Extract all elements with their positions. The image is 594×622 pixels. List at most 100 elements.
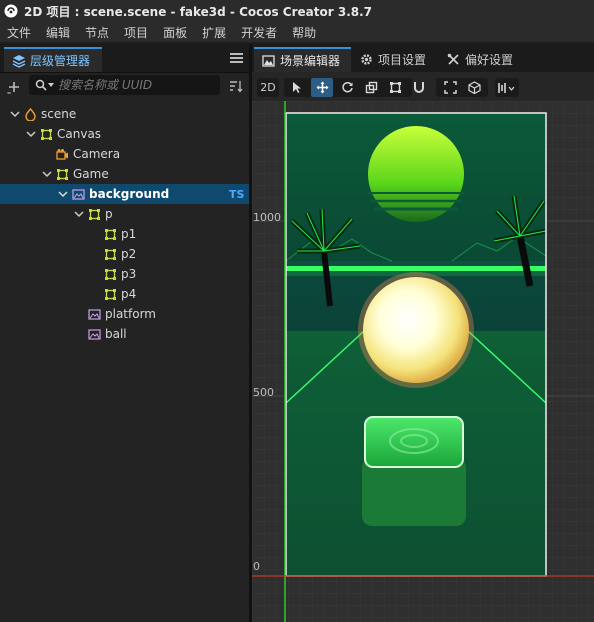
- move-tool[interactable]: [311, 78, 333, 97]
- add-node-icon[interactable]: [7, 80, 21, 94]
- layers-icon: [12, 54, 26, 68]
- hierarchy-tab-bar: 层级管理器: [0, 44, 249, 73]
- align-icon: [498, 82, 515, 93]
- mode-label: 2D: [260, 81, 276, 94]
- scene-toolbar: 2D: [252, 73, 594, 101]
- move-icon: [316, 81, 328, 94]
- 2d-mode-toggle[interactable]: 2D: [257, 78, 279, 97]
- tab-preferences[interactable]: 偏好设置: [445, 47, 535, 72]
- rotate-tool[interactable]: [337, 78, 357, 97]
- chevron-down-icon[interactable]: [26, 129, 36, 139]
- tree-row-p4[interactable]: p4: [0, 284, 249, 304]
- sprite-icon: [88, 309, 101, 320]
- tree-label: p: [105, 207, 113, 221]
- menu-edit[interactable]: 编辑: [39, 24, 78, 41]
- tree-label: p2: [121, 247, 137, 261]
- ruler-label: 1000: [253, 211, 281, 224]
- tree-label: Game: [73, 167, 109, 181]
- rect-tool[interactable]: [385, 78, 405, 97]
- node-icon: [105, 289, 116, 300]
- tools-icon: [447, 53, 459, 65]
- sprite-icon: [72, 189, 85, 200]
- tree-row-p3[interactable]: p3: [0, 264, 249, 284]
- menu-panel[interactable]: 面板: [156, 24, 195, 41]
- hierarchy-search-box: [29, 75, 220, 95]
- tree-row-game[interactable]: Game: [0, 164, 249, 184]
- tab-label: 偏好设置: [465, 53, 514, 67]
- node-icon: [105, 229, 116, 240]
- sprite-icon: [88, 329, 101, 340]
- chevron-down-icon[interactable]: [58, 189, 68, 199]
- rect-icon: [389, 82, 401, 93]
- menu-bar: 文件 编辑 节点 项目 面板 扩展 开发者 帮助: [0, 22, 594, 42]
- tree-label: Canvas: [57, 127, 102, 141]
- camera-icon: [56, 149, 68, 160]
- menu-developer[interactable]: 开发者: [234, 24, 285, 41]
- tab-label: 项目设置: [378, 53, 427, 67]
- magnet-tool[interactable]: [409, 78, 429, 97]
- menu-help[interactable]: 帮助: [285, 24, 324, 41]
- tree-row-canvas[interactable]: Canvas: [0, 124, 249, 144]
- tree-label: platform: [105, 307, 156, 321]
- tree-row-ball[interactable]: ball: [0, 324, 249, 344]
- select-icon: [293, 82, 301, 93]
- scale-icon: [365, 81, 377, 94]
- tree-row-p2[interactable]: p2: [0, 244, 249, 264]
- tab-hierarchy-label: 层级管理器: [30, 54, 91, 68]
- tree-label: p3: [121, 267, 137, 281]
- scene-canvas-graphic: [252, 101, 594, 622]
- tree-label: p4: [121, 287, 137, 301]
- tree-row-scene[interactable]: scene: [0, 104, 249, 124]
- tree-row-camera[interactable]: Camera: [0, 144, 249, 164]
- select-tool[interactable]: [287, 78, 307, 97]
- hierarchy-panel: 层级管理器 scene: [0, 44, 249, 622]
- tree-row-p[interactable]: p: [0, 204, 249, 224]
- node-icon: [105, 269, 116, 280]
- gizmo-3d-icon: [467, 81, 481, 94]
- chevron-down-icon[interactable]: [10, 109, 20, 119]
- menu-extension[interactable]: 扩展: [195, 24, 234, 41]
- rotate-icon: [341, 81, 353, 93]
- panel-menu-icon[interactable]: [230, 53, 243, 64]
- tree-row-p1[interactable]: p1: [0, 224, 249, 244]
- tree-label: Camera: [73, 147, 121, 161]
- title-bar: 2D 项目 : scene.scene - fake3d - Cocos Cre…: [0, 0, 594, 22]
- search-icon: [35, 79, 47, 91]
- script-badge: TS: [229, 188, 245, 201]
- tree-row-background[interactable]: background TS: [0, 184, 249, 204]
- tree-label: scene: [41, 107, 77, 121]
- tab-project-settings[interactable]: 项目设置: [358, 47, 442, 72]
- search-input[interactable]: [58, 78, 208, 92]
- chevron-down-icon[interactable]: [74, 209, 84, 219]
- tab-scene-editor[interactable]: 场景编辑器: [254, 47, 351, 72]
- gizmo-3d-tool[interactable]: [464, 78, 484, 97]
- snap-icon: [443, 81, 457, 94]
- menu-node[interactable]: 节点: [78, 24, 117, 41]
- ruler-label: 0: [253, 560, 260, 573]
- tree-label: background: [89, 187, 170, 201]
- window-title: 2D 项目 : scene.scene - fake3d - Cocos Cre…: [24, 4, 373, 19]
- scene-icon: [25, 108, 36, 121]
- scale-tool[interactable]: [361, 78, 381, 97]
- chevron-down-icon[interactable]: [42, 169, 52, 179]
- tab-hierarchy[interactable]: 层级管理器: [4, 47, 102, 72]
- ruler-label: 500: [253, 386, 274, 399]
- tree-label: ball: [105, 327, 127, 341]
- hierarchy-search-row: [0, 73, 249, 100]
- search-dropdown-icon[interactable]: [48, 82, 54, 88]
- menu-file[interactable]: 文件: [0, 24, 39, 41]
- tab-label: 场景编辑器: [280, 54, 341, 68]
- align-tool[interactable]: [495, 78, 519, 97]
- snap-tool[interactable]: [440, 78, 460, 97]
- tree-label: p1: [121, 227, 137, 241]
- tree-row-platform[interactable]: platform: [0, 304, 249, 324]
- node-icon: [41, 129, 52, 140]
- menu-project[interactable]: 项目: [117, 24, 156, 41]
- scene-editor-icon: [262, 54, 275, 67]
- magnet-icon: [414, 82, 424, 93]
- node-icon: [89, 209, 100, 220]
- sort-icon[interactable]: [229, 80, 243, 93]
- gear-icon: [361, 54, 372, 65]
- node-icon: [105, 249, 116, 260]
- scene-viewport[interactable]: 1000 500 0: [252, 101, 594, 622]
